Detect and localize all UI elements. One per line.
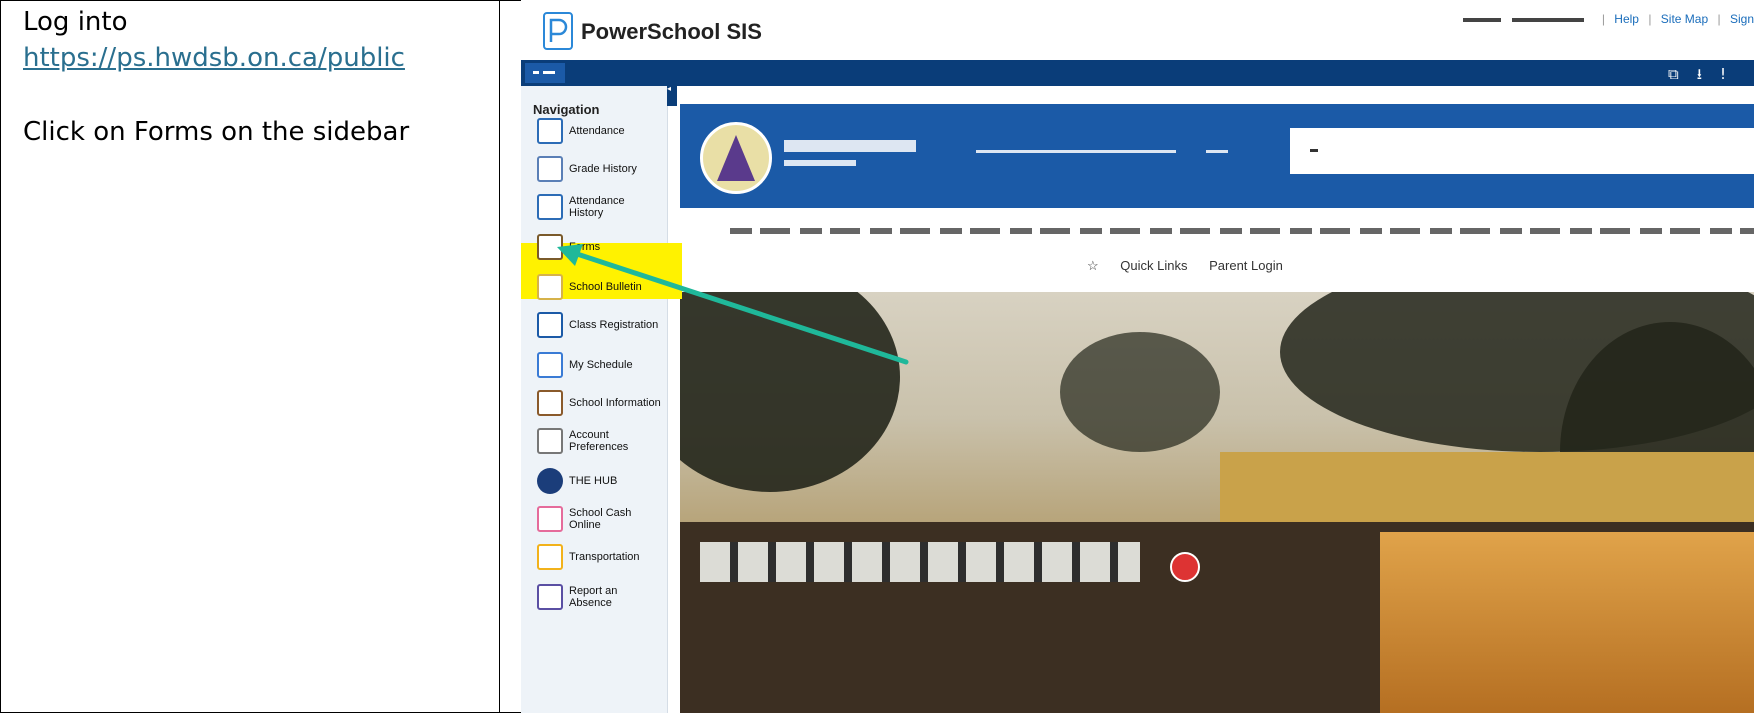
parent-login-link[interactable]: Parent Login xyxy=(1209,258,1283,273)
sidebar-item-label: Report an Absence xyxy=(569,585,618,609)
school-photo xyxy=(680,292,1754,713)
help-link[interactable]: Help xyxy=(1614,12,1639,26)
sidebar-item-label: Class Registration xyxy=(569,319,659,331)
external-link-icon[interactable]: ⧉ xyxy=(1668,65,1697,83)
hub-icon xyxy=(537,468,563,494)
star-icon: ☆ xyxy=(1087,258,1099,273)
download-icon[interactable]: ⭳ xyxy=(1697,65,1720,83)
sidebar-item-label: School Information xyxy=(569,397,661,409)
top-bar: PowerSchool SIS | Help | Site Map | Sign xyxy=(521,0,1754,60)
site-map-link[interactable]: Site Map xyxy=(1661,12,1708,26)
sidebar-item-my-schedule[interactable]: My Schedule xyxy=(521,348,667,382)
header-menu-redacted xyxy=(976,150,1176,153)
school-crest-icon xyxy=(700,122,772,194)
sidebar-item-label: Forms xyxy=(569,241,601,253)
sidebar-item-school-cash-online[interactable]: School Cash Online xyxy=(521,502,667,536)
sidebar-item-label: Attendance xyxy=(569,125,625,137)
info-bar: ☆ Quick Links Parent Login xyxy=(680,208,1754,292)
info-text-redacted xyxy=(730,228,1754,234)
app-title: PowerSchool SIS xyxy=(581,19,762,44)
collapse-sidebar-icon[interactable]: ◂ xyxy=(667,84,677,106)
nav-bar: ⧉⭳! xyxy=(521,60,1754,86)
attendance-icon xyxy=(537,118,563,144)
alert-icon[interactable]: ! xyxy=(1720,65,1744,83)
student-tab[interactable] xyxy=(525,63,565,83)
sidebar-item-label: My Schedule xyxy=(569,359,633,371)
account-preferences-icon xyxy=(537,428,563,454)
school-header xyxy=(680,104,1754,208)
my-schedule-icon xyxy=(537,352,563,378)
sidebar-item-attendance-history[interactable]: Attendance History xyxy=(521,190,667,224)
sidebar-item-class-registration[interactable]: Class Registration xyxy=(521,308,667,342)
sidebar-item-transportation[interactable]: Transportation xyxy=(521,540,667,574)
sidebar-item-report-an-absence[interactable]: Report an Absence xyxy=(521,580,667,614)
school-information-icon xyxy=(537,390,563,416)
school-name-redacted xyxy=(784,140,916,152)
quick-links-button[interactable]: Quick Links xyxy=(1120,258,1187,273)
sidebar-item-label: Attendance History xyxy=(569,195,625,219)
sidebar-item-account-preferences[interactable]: Account Preferences xyxy=(521,424,667,458)
sidebar-item-school-information[interactable]: School Information xyxy=(521,386,667,420)
sidebar-item-label: THE HUB xyxy=(569,475,618,487)
grade-history-icon xyxy=(537,156,563,182)
step1-text: Log into xyxy=(23,7,128,37)
step1-link[interactable]: https://ps.hwdsb.on.ca/public xyxy=(23,43,405,73)
quick-links-row: ☆ Quick Links Parent Login xyxy=(1087,258,1301,274)
top-links: | Help | Site Map | Sign xyxy=(1463,12,1754,26)
school-bulletin-icon xyxy=(537,274,563,300)
sidebar-item-label: School Cash Online xyxy=(569,507,632,531)
report-absence-icon xyxy=(537,584,563,610)
sign-out-link[interactable]: Sign xyxy=(1730,12,1754,26)
sidebar-item-attendance[interactable]: Attendance xyxy=(521,114,667,148)
header-search-box[interactable] xyxy=(1290,128,1754,174)
sidebar-item-the-hub[interactable]: THE HUB xyxy=(521,464,667,498)
forms-icon xyxy=(537,234,563,260)
sidebar-item-grade-history[interactable]: Grade History xyxy=(521,152,667,186)
sidebar-item-label: Account Preferences xyxy=(569,429,629,453)
screenshot-panel: PowerSchool SIS | Help | Site Map | Sign… xyxy=(521,0,1754,713)
attendance-history-icon xyxy=(537,194,563,220)
bus-icon xyxy=(537,544,563,570)
school-name-redacted xyxy=(1512,17,1585,22)
sidebar-item-school-bulletin[interactable]: School Bulletin xyxy=(521,270,667,304)
sidebar-item-label: Grade History xyxy=(569,163,637,175)
main-content: ☆ Quick Links Parent Login xyxy=(680,86,1754,713)
user-name-redacted xyxy=(1463,17,1502,22)
sidebar-item-forms[interactable]: Forms xyxy=(521,230,667,264)
class-registration-icon xyxy=(537,312,563,338)
step2-text: Click on Forms on the sidebar xyxy=(23,117,410,147)
instruction-cell: Log into https://ps.hwdsb.on.ca/public C… xyxy=(1,1,500,712)
powerschool-logo-icon xyxy=(543,12,573,50)
sidebar-item-label: Transportation xyxy=(569,551,640,563)
school-cash-icon xyxy=(537,506,563,532)
sidebar-item-label: School Bulletin xyxy=(569,281,642,293)
